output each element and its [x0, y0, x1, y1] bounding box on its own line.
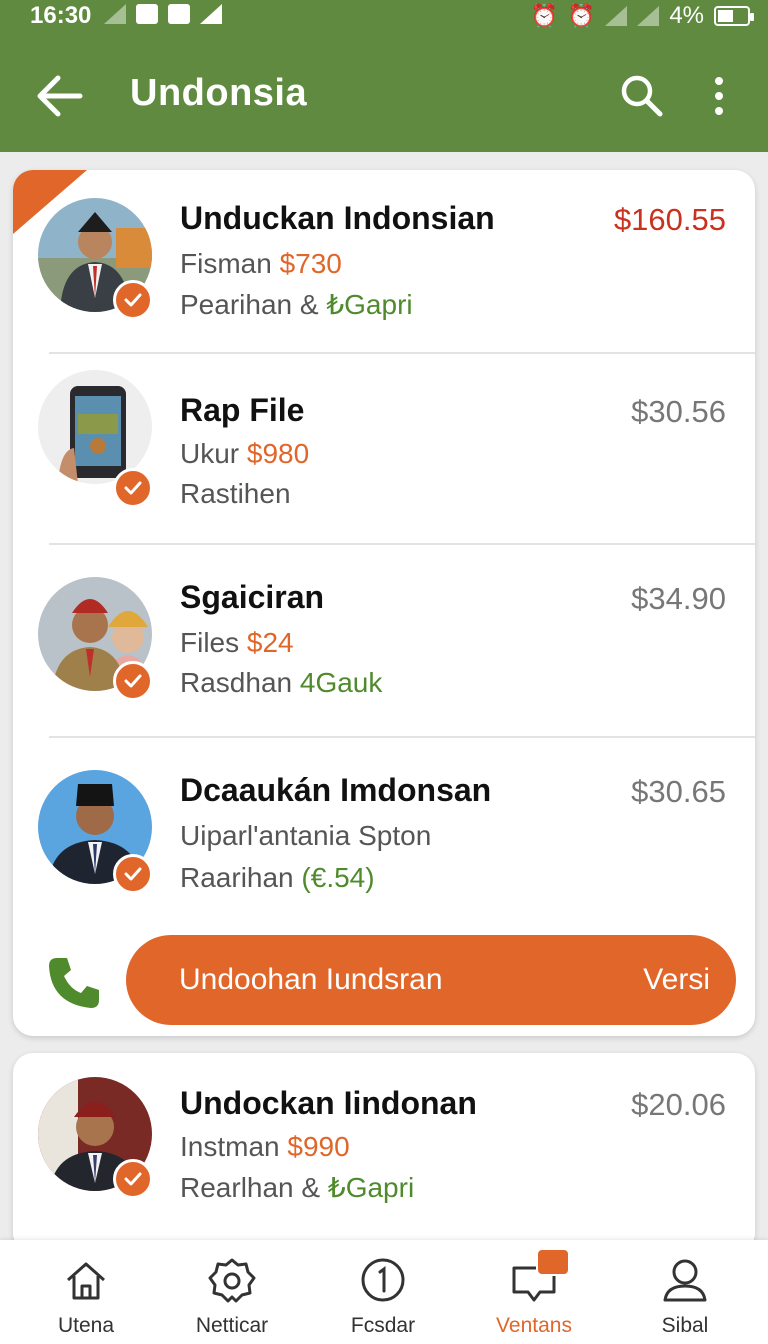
listing-detail: Fisman $730 — [180, 248, 342, 280]
detail-label: Uiparl'antania Spton — [180, 820, 432, 851]
listing-detail: Ukur $980 — [180, 438, 309, 470]
nav-item-settings[interactable]: Netticar — [162, 1240, 302, 1344]
list-item[interactable]: Dcaaukán Imdonsan Uiparl'antania Spton R… — [13, 738, 755, 928]
detail-label: Instman — [180, 1131, 280, 1162]
cta-label: Undoohan Iundsran — [179, 963, 443, 996]
gear-icon — [208, 1258, 256, 1303]
plus-notification-icon — [168, 4, 190, 24]
subdetail-label: Raarihan — [180, 862, 294, 893]
list-item[interactable]: Sgaiciran Files $24 Rasdhan 4Gauk $34.90 — [13, 545, 755, 735]
list-item[interactable]: Rap File Ukur $980 Rastihen $30.56 — [13, 354, 755, 544]
listing-detail: Instman $990 — [180, 1131, 350, 1163]
listing-name: Undockan Iindonan — [180, 1085, 477, 1121]
avatar — [38, 370, 152, 484]
bottom-nav: Utena Netticar Fcsdar Ventans Sibal — [0, 1240, 768, 1344]
status-bar: 16:30 ⏰ ⏰ 4% — [0, 0, 768, 32]
home-icon — [67, 1262, 105, 1300]
subdetail-extra: ₺Gapri — [326, 289, 413, 320]
verified-check-icon — [113, 854, 153, 894]
notification-icons — [104, 4, 222, 24]
wifi-icon — [200, 4, 222, 24]
phone-icon[interactable] — [43, 952, 105, 1014]
subdetail-label: Rastihen — [180, 478, 291, 509]
listing-name: Dcaaukán Imdonsan — [180, 772, 492, 808]
subdetail-label: Rearlhan & — [180, 1172, 321, 1203]
listing-subdetail: Rasdhan 4Gauk — [180, 667, 382, 699]
listing-subdetail: Raarihan (€.54) — [180, 862, 375, 894]
listing-card: Unduckan Indonsian Fisman $730 Pearihan … — [13, 170, 755, 1036]
detail-label: Files — [180, 627, 240, 658]
listing-detail: Files $24 — [180, 627, 294, 659]
detail-amount: $990 — [287, 1131, 350, 1162]
nav-item-info[interactable]: Fcsdar — [313, 1240, 453, 1344]
cta-right-label: Versi — [643, 963, 710, 996]
signal-strength-2-icon — [637, 6, 660, 26]
status-time: 16:30 — [30, 2, 92, 29]
app-bar: 16:30 ⏰ ⏰ 4% Undonsia — [0, 0, 768, 152]
nav-item-home[interactable]: Utena — [16, 1240, 156, 1344]
listing-price: $30.65 — [631, 774, 726, 809]
listing-price: $30.56 — [631, 394, 726, 429]
listing-subdetail: Rearlhan & ₺Gapri — [180, 1171, 414, 1204]
subdetail-label: Rasdhan — [180, 667, 293, 698]
verified-check-icon — [113, 468, 153, 508]
verified-check-icon — [113, 1159, 153, 1199]
more-options-icon[interactable] — [704, 72, 734, 120]
subdetail-extra: (€.54) — [301, 862, 375, 893]
cta-button[interactable]: Undoohan Iundsran Versi — [126, 935, 736, 1025]
listing-name: Rap File — [180, 392, 305, 428]
listing-card: Undockan Iindonan Instman $990 Rearlhan … — [13, 1053, 755, 1253]
subdetail-extra: 4Gauk — [299, 667, 383, 698]
listing-price: $20.06 — [631, 1087, 726, 1122]
listing-name: Unduckan Indonsian — [180, 200, 495, 236]
listing-detail: Uiparl'antania Spton — [180, 820, 431, 852]
verified-check-icon — [113, 280, 153, 320]
signal-strength-icon — [605, 6, 628, 26]
subdetail-label: Pearihan & — [180, 289, 319, 320]
battery-percent: 4% — [669, 2, 704, 29]
nav-label: Utena — [57, 1314, 115, 1337]
listing-price: $160.55 — [613, 202, 726, 237]
detail-label: Ukur — [180, 438, 240, 469]
detail-label: Fisman — [180, 248, 272, 279]
list-item[interactable]: Undockan Iindonan Instman $990 Rearlhan … — [13, 1053, 755, 1253]
detail-amount: $980 — [246, 438, 310, 469]
home-notification-icon — [136, 4, 158, 24]
back-arrow-icon[interactable] — [34, 70, 86, 122]
verified-check-icon — [113, 661, 153, 701]
nav-label: Fcsdar — [350, 1314, 416, 1337]
person-icon — [663, 1259, 707, 1302]
listing-subdetail: Pearihan & ₺Gapri — [180, 288, 413, 321]
nav-label: Ventans — [496, 1314, 572, 1337]
status-right-icons: ⏰ ⏰ 4% — [530, 2, 754, 30]
notification-badge — [536, 1248, 570, 1276]
alarm-clock-icon: ⏰ — [567, 3, 596, 28]
listing-name: Sgaiciran — [180, 579, 325, 615]
nav-item-messages[interactable]: Ventans — [464, 1240, 604, 1344]
listing-subdetail: Rastihen — [180, 478, 291, 510]
page-title: Undonsia — [130, 72, 308, 114]
list-item[interactable]: Unduckan Indonsian Fisman $730 Pearihan … — [13, 170, 755, 353]
battery-icon — [714, 6, 754, 26]
alarm-icon: ⏰ — [530, 3, 558, 28]
signal-icon — [104, 4, 126, 24]
nav-item-profile[interactable]: Sibal — [615, 1240, 755, 1344]
nav-label: Sibal — [661, 1314, 709, 1337]
info-icon — [361, 1258, 405, 1302]
detail-amount: $730 — [279, 248, 342, 279]
listing-price: $34.90 — [631, 581, 726, 616]
search-icon[interactable] — [618, 72, 666, 120]
subdetail-extra: ₺Gapri — [327, 1172, 415, 1203]
nav-label: Netticar — [195, 1314, 269, 1337]
detail-amount: $24 — [246, 627, 294, 658]
